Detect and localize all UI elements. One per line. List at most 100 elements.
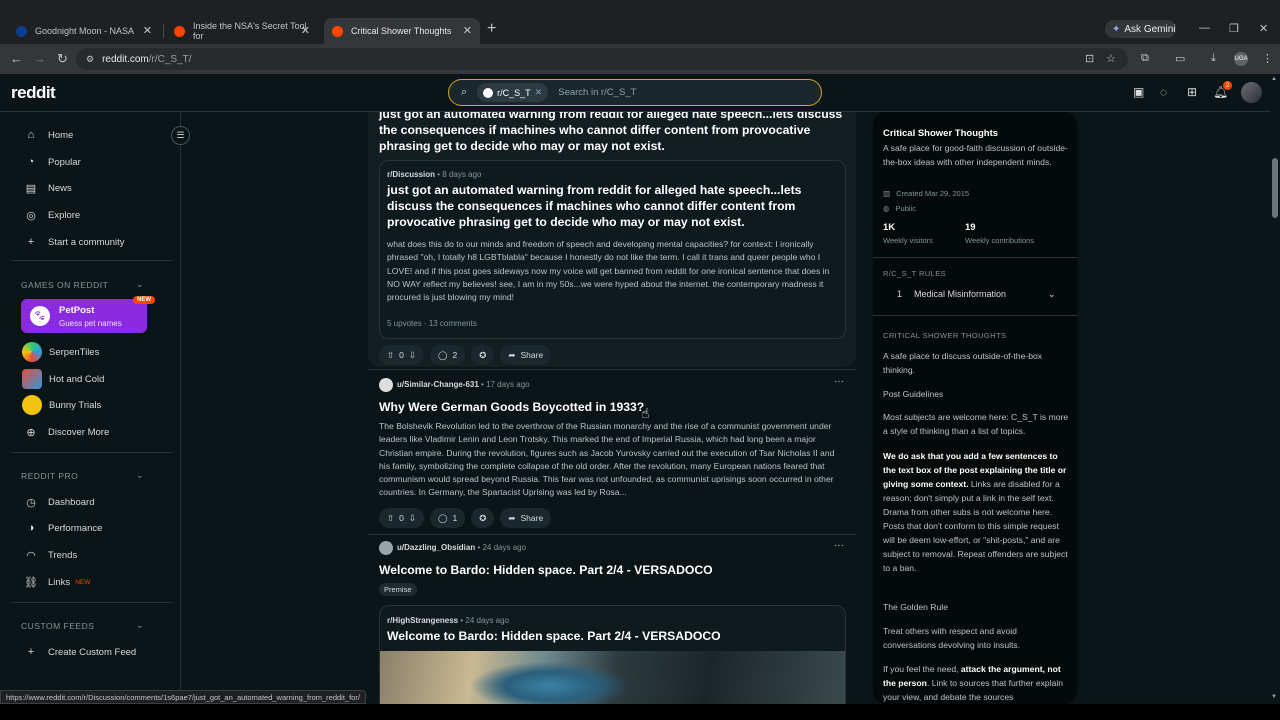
downvote-icon[interactable]: ⇩ [409,350,416,361]
tab-nsa[interactable]: Inside the NSA's Secret Tool for ✕ [166,18,318,44]
rules-heading: R/C_S_T RULES [883,269,946,278]
advertise-icon[interactable]: ▣ [1133,85,1144,99]
crosspost-subreddit[interactable]: r/Discussion [387,170,435,179]
post-title[interactable]: just got an automated warning from reddi… [379,112,849,154]
comments-button[interactable]: ◯ 1 [429,508,466,528]
reload-icon[interactable]: ↻ [57,51,68,67]
sidebar-item-discover-more[interactable]: ⊕ Discover More [22,422,109,442]
tab-nasa[interactable]: Goodnight Moon - NASA ✕ [8,18,160,44]
menu-kebab-icon[interactable]: ⋮ [1262,52,1273,65]
award-icon: ✪ [479,349,487,360]
reddit-logo[interactable]: reddit [11,83,56,103]
post-image-preview[interactable] [380,651,845,704]
community-description: A safe place for good-faith discussion o… [883,143,1068,167]
install-app-icon[interactable]: ⊡ [1085,52,1094,65]
sidebar-item-bunny-trials[interactable]: Bunny Trials [22,395,101,415]
scroll-up-icon[interactable]: ▲ [1271,76,1277,82]
user-avatar[interactable] [1241,82,1262,103]
close-icon[interactable]: ✕ [143,24,152,37]
close-icon[interactable]: ✕ [301,24,310,37]
reddit-pro-heading[interactable]: REDDIT PRO [21,471,78,481]
url-field[interactable]: ⚙ reddit.com/r/C_S_T/ [76,48,1128,70]
sidebar-item-explore[interactable]: ◎ Explore [22,205,80,225]
share-button[interactable]: ➦ Share [500,508,552,528]
restore-icon[interactable]: ❐ [1229,22,1239,35]
award-button[interactable]: ✪ [471,345,495,365]
community-name: Critical Shower Thoughts [883,128,999,139]
ask-gemini-button[interactable]: ✦ Ask Gemini [1105,20,1176,38]
post-flair[interactable]: Premise [379,583,417,596]
chevron-down-icon[interactable]: ⌄ [136,470,144,481]
post-author[interactable]: u/Dazzling_Obsidian [397,543,475,552]
cake-icon: ▥ [883,189,891,198]
post-options-icon[interactable]: ··· [834,376,844,387]
close-icon[interactable]: ✕ [463,24,472,37]
crosspost-title[interactable]: Welcome to Bardo: Hidden space. Part 2/4… [387,628,837,644]
avatar[interactable] [379,541,393,555]
notification-badge: 2 [1223,81,1232,90]
crosspost-subreddit[interactable]: r/HighStrangeness [387,616,458,625]
post-author[interactable]: u/Similar-Change-631 [397,380,479,389]
search-input[interactable]: ⌕ r/C_S_T ✕ Search in r/C_S_T [448,79,822,106]
guidelines-paragraph: If you feel the need, attack the argumen… [883,664,1064,702]
crosspost-title[interactable]: just got an automated warning from reddi… [387,182,837,230]
sidebar-item-trends[interactable]: ◠ Trends [22,545,77,565]
minimize-icon[interactable]: — [1199,22,1210,34]
scroll-down-icon[interactable]: ▼ [1271,694,1277,700]
crosspost-meta: r/HighStrangeness • 24 days ago [387,616,509,625]
browser-tab-bar: Goodnight Moon - NASA ✕ Inside the NSA's… [0,0,1280,44]
sidebar-item-popular[interactable]: ◔ Popular [22,152,81,172]
page-scrollbar[interactable]: ▲ ▼ [1270,74,1280,704]
rule-item[interactable]: 1 Medical Misinformation [897,289,1006,299]
forward-icon[interactable]: → [33,51,46,66]
hot-and-cold-icon [22,369,42,389]
chat-icon[interactable]: ◌ [1160,85,1167,99]
avatar[interactable] [379,378,393,392]
created-date: ▥ Created Mar 29, 2015 [883,189,970,198]
comments-button[interactable]: ◯ 2 [429,345,466,365]
sidebar-item-start-community[interactable]: + Start a community [22,232,125,252]
download-icon[interactable]: ⤓ [1211,52,1216,65]
games-section-heading[interactable]: GAMES ON REDDIT [21,280,108,290]
vote-control: ⇧ 0 ⇩ [379,508,424,528]
award-button[interactable]: ✪ [471,508,495,528]
tab-critical-shower-thoughts[interactable]: Critical Shower Thoughts ✕ [324,18,480,44]
chevron-down-icon[interactable]: ⌄ [136,620,144,631]
upvote-icon[interactable]: ⇧ [387,513,394,524]
collapse-sidebar-button[interactable]: ☰ [171,126,190,145]
window-close-icon[interactable]: ✕ [1259,22,1268,35]
share-button[interactable]: ➦ Share [500,345,552,365]
bookmark-star-icon[interactable]: ☆ [1106,52,1116,65]
plus-icon: + [27,646,35,658]
post-title[interactable]: Why Were German Goods Boycotted in 1933? [379,399,849,415]
create-post-icon[interactable]: ⊞ [1187,85,1197,99]
search-icon: ⌕ [461,86,468,98]
upvote-icon[interactable]: ⇧ [387,350,394,361]
sidebar-item-performance[interactable]: ◑ Performance [22,518,103,538]
sidebar-item-serpentiles[interactable]: SerpenTiles [22,342,99,362]
guidelines-paragraph: We do ask that you add a few sentences t… [883,451,1068,573]
post-title[interactable]: Welcome to Bardo: Hidden space. Part 2/4… [379,562,849,578]
post-options-icon[interactable]: ··· [834,540,844,551]
chevron-down-icon[interactable]: ⌄ [136,279,144,290]
clear-scope-icon[interactable]: ✕ [535,87,543,98]
sidebar-item-news[interactable]: ▤ News [22,178,72,198]
create-custom-feed-button[interactable]: + Create Custom Feed [22,642,136,662]
chevron-down-icon[interactable]: ⌄ [1048,289,1056,300]
downvote-icon[interactable]: ⇩ [409,513,416,524]
sidebar-item-links[interactable]: ⛓︎ Links NEW [22,572,90,592]
extensions-icon[interactable]: ⧉ [1141,52,1149,65]
profile-avatar[interactable]: UGA [1234,52,1248,66]
sidebar-item-home[interactable]: ⌂ Home [22,125,74,145]
petpost-game-card[interactable]: 🐾︎ PetPost Guess pet names [21,299,147,333]
back-icon[interactable]: ← [10,51,23,66]
search-scope-chip[interactable]: r/C_S_T ✕ [477,83,549,102]
new-tab-icon[interactable]: + [487,20,496,38]
custom-feeds-heading[interactable]: CUSTOM FEEDS [21,621,94,631]
media-icon[interactable]: ▭ [1175,52,1185,65]
site-info-icon[interactable]: ⚙ [86,54,94,65]
share-icon: ➦ [508,512,516,523]
sidebar-item-dashboard[interactable]: ◷ Dashboard [22,492,94,512]
scrollbar-thumb[interactable] [1272,158,1278,218]
sidebar-item-hot-and-cold[interactable]: Hot and Cold [22,369,104,389]
